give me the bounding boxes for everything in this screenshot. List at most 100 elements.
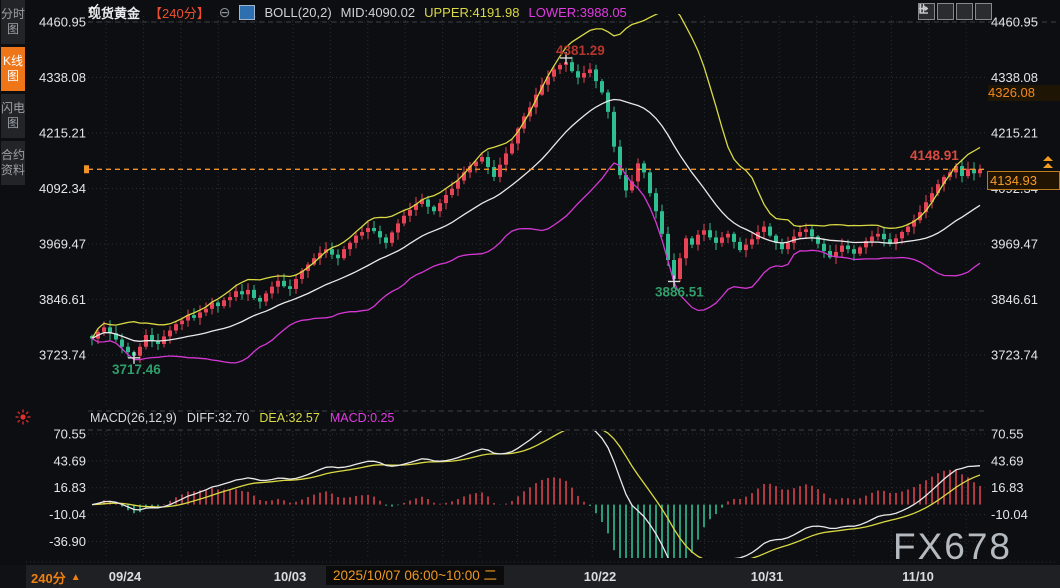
candle-body	[258, 298, 262, 302]
boll-upper-line	[92, 9, 980, 339]
kline-chart-canvas[interactable]: 3717.464381.293886.514148.914460.954460.…	[0, 0, 1060, 588]
boll-upper-value: UPPER:4191.98	[424, 5, 519, 20]
candle-body	[498, 165, 502, 177]
candle-body	[426, 199, 430, 206]
candle-body	[558, 65, 562, 70]
price-annotation: 3886.51	[655, 284, 704, 299]
candle-body	[102, 327, 106, 332]
candle-body	[618, 147, 622, 175]
candle-body	[450, 189, 454, 195]
macd-axis-label-left: 16.83	[53, 480, 86, 495]
candle-body	[150, 335, 154, 341]
status-bar: 240分 ▲ 09/24 10/03 2025/10/07 06:00~10:0…	[0, 565, 1060, 588]
candle-body	[576, 71, 580, 77]
price-axis-label-left: 3846.61	[39, 292, 86, 307]
collapse-indicator-icon[interactable]: ⊖	[219, 4, 231, 21]
price-annotation: 3717.46	[112, 362, 161, 377]
candle-body	[642, 163, 646, 172]
period-selector[interactable]: 240分 ▲	[31, 568, 81, 587]
sidebar-tab-contract-info[interactable]: 合约资料	[1, 141, 25, 185]
candle-body	[204, 309, 208, 313]
candle-body	[408, 210, 412, 216]
candle-body	[384, 237, 388, 242]
price-axis-label-left: 4215.21	[39, 126, 86, 141]
price-axis-label-left: 4460.95	[39, 15, 86, 30]
candle-body	[264, 293, 268, 301]
candle-body	[738, 242, 742, 250]
candle-body	[678, 258, 682, 279]
sidebar-tab-kline-chart[interactable]: K线图	[1, 47, 25, 91]
candle-body	[486, 157, 490, 167]
candle-body	[798, 232, 802, 237]
candle-body	[438, 203, 442, 211]
candles-layer	[90, 9, 982, 363]
candle-body	[444, 195, 448, 203]
candle-body	[378, 231, 382, 237]
candle-body	[840, 246, 844, 252]
selected-candle-time[interactable]: 2025/10/07 06:00~10:00 二	[326, 566, 504, 585]
candle-body	[390, 232, 394, 242]
chart-type-sidebar: 分时图 K线图 闪电图 合约资料	[0, 0, 26, 565]
x-axis-label: 10/22	[584, 569, 617, 584]
macd-axis-label-left: -36.90	[49, 534, 86, 549]
candle-body	[330, 249, 334, 254]
pan-right-icon[interactable]	[975, 3, 992, 20]
statusbar-corner	[0, 565, 26, 588]
candle-body	[228, 297, 232, 300]
boll-mid-value: MID:4090.02	[341, 5, 415, 20]
price-axis-label-right: 3969.47	[991, 237, 1038, 252]
macd-diff-value: DIFF:32.70	[187, 411, 250, 425]
fx678-watermark: FX678	[893, 526, 1012, 568]
price-axis-label-right: 3846.61	[991, 292, 1038, 307]
macd-axis-label-left: 43.69	[53, 453, 86, 468]
candle-body	[786, 243, 790, 249]
candle-body	[126, 347, 130, 352]
price-axis-label-right: 4215.21	[991, 126, 1038, 141]
candle-body	[294, 279, 298, 289]
candle-body	[648, 172, 652, 193]
macd-axis-label-right: 43.69	[991, 453, 1024, 468]
alert-price-label: 4326.08	[988, 85, 1060, 101]
candle-body	[234, 291, 238, 297]
candle-body	[432, 207, 436, 212]
candle-body	[966, 169, 970, 176]
candle-body	[222, 300, 226, 306]
macd-dea-value: DEA:32.57	[259, 411, 319, 425]
candle-body	[366, 228, 370, 232]
scale-x-axis-icon[interactable]	[956, 3, 973, 20]
scale-y-axis-icon[interactable]	[937, 3, 954, 20]
x-axis-label: 09/24	[109, 569, 142, 584]
candle-body	[612, 112, 616, 147]
candle-body	[696, 235, 700, 245]
candle-body	[120, 340, 124, 347]
price-axis-label-right: 3723.74	[991, 348, 1038, 363]
chart-toolbar	[918, 3, 992, 20]
candle-body	[492, 167, 496, 177]
candle-body	[726, 234, 730, 238]
indicator-chart-icon	[239, 5, 255, 20]
candle-body	[762, 227, 766, 232]
boll-indicator-label: BOLL(20,2)	[264, 5, 331, 20]
candle-body	[336, 255, 340, 259]
candle-body	[198, 312, 202, 317]
candle-body	[402, 216, 406, 224]
period-label: 【240分】	[149, 3, 210, 22]
trading-app-window: 3717.464381.293886.514148.914460.954460.…	[0, 0, 1060, 588]
candle-body	[714, 237, 718, 242]
sidebar-tab-lightning-chart[interactable]: 闪电图	[1, 94, 25, 138]
candle-body	[822, 244, 826, 251]
candle-body	[138, 347, 142, 356]
candle-body	[852, 249, 856, 254]
macd-macd-value: MACD:0.25	[330, 411, 395, 425]
candle-body	[636, 163, 640, 181]
candle-body	[180, 321, 184, 325]
candle-body	[810, 229, 814, 236]
candle-body	[690, 238, 694, 244]
current-price-left-tick	[84, 165, 89, 173]
candle-body	[594, 69, 598, 81]
chart-header: 现货黄金 【240分】 ⊖ BOLL(20,2) MID:4090.02 UPP…	[88, 3, 627, 21]
price-axis-label-right: 4460.95	[991, 15, 1038, 30]
sidebar-tab-time-chart[interactable]: 分时图	[1, 0, 25, 44]
candle-body	[732, 234, 736, 242]
candle-body	[660, 211, 664, 234]
